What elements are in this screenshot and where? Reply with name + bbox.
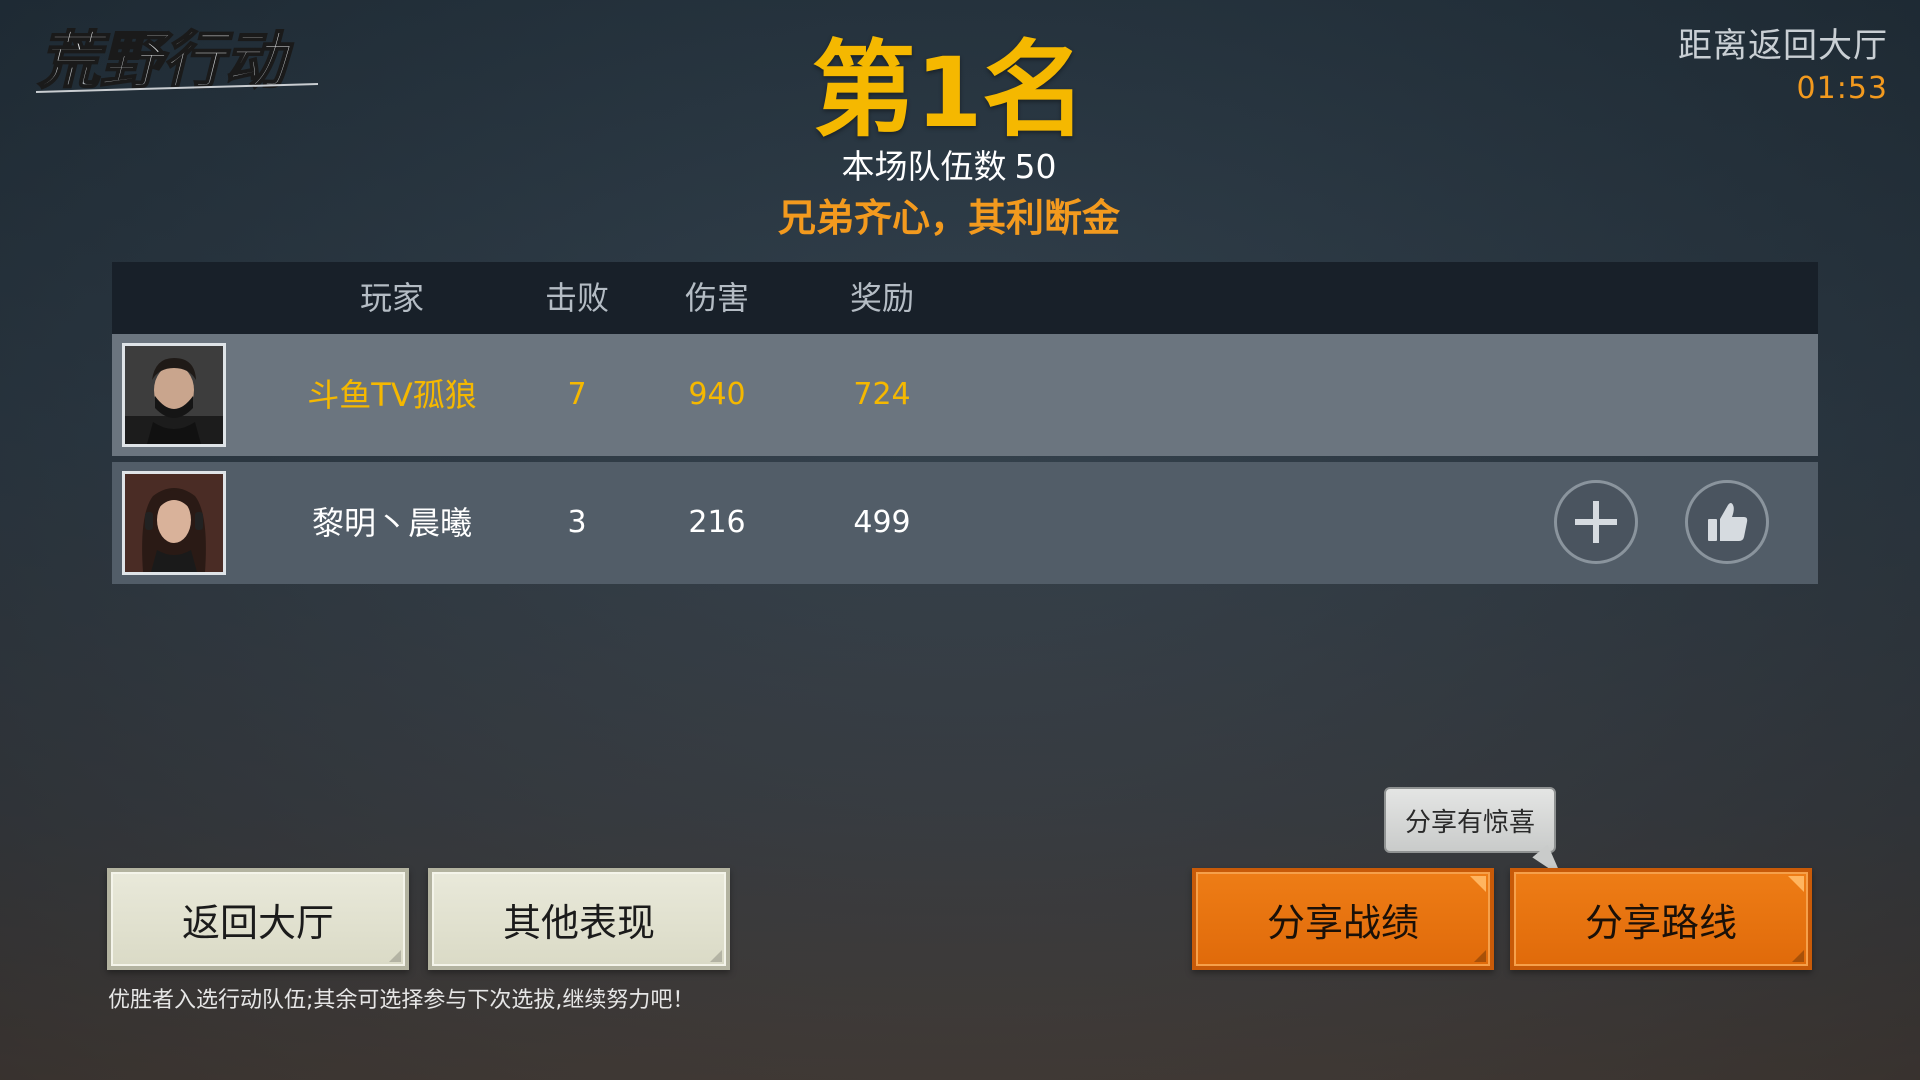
team-count-value: 50 bbox=[1014, 147, 1057, 186]
player-name: 斗鱼TV孤狼 bbox=[307, 376, 477, 414]
player-reward: 724 bbox=[853, 377, 911, 412]
table-header: 玩家 击败 伤害 奖励 bbox=[112, 262, 1818, 334]
button-corner bbox=[389, 950, 401, 962]
table-row: 斗鱼TV孤狼 7 940 724 bbox=[112, 334, 1818, 456]
avatar[interactable] bbox=[122, 343, 226, 447]
selection-hint: 优胜者入选行动队伍;其余可选择参与下次选拔,继续努力吧！ bbox=[108, 988, 695, 1013]
team-count-label: 本场队伍数 bbox=[841, 147, 1007, 186]
column-kills: 击败 bbox=[544, 279, 609, 317]
tooltip-text: 分享有惊喜 bbox=[1404, 807, 1535, 838]
thumbs-up-icon bbox=[1708, 503, 1748, 541]
button-corner bbox=[1470, 876, 1486, 892]
button-corner bbox=[1474, 950, 1486, 962]
button-corner bbox=[1788, 876, 1804, 892]
player-damage: 216 bbox=[688, 505, 746, 540]
rank-title: 第1名 bbox=[0, 30, 1898, 153]
add-friend-button[interactable] bbox=[1554, 480, 1638, 564]
share-tooltip: 分享有惊喜 bbox=[1384, 787, 1556, 853]
share-record-label: 分享战绩 bbox=[1266, 900, 1419, 945]
avatar[interactable] bbox=[122, 471, 226, 575]
player-name: 黎明丶晨曦 bbox=[311, 504, 472, 542]
column-damage: 伤害 bbox=[684, 279, 749, 317]
column-player: 玩家 bbox=[359, 279, 424, 317]
other-performance-label: 其他表现 bbox=[502, 900, 655, 945]
player-kills: 7 bbox=[567, 377, 587, 412]
results-table: 玩家 击败 伤害 奖励 斗鱼TV孤狼 7 940 724 黎明丶晨曦 3 216… bbox=[112, 262, 1818, 590]
back-to-lobby-label: 返回大厅 bbox=[181, 900, 334, 945]
back-to-lobby-button[interactable]: 返回大厅 bbox=[107, 868, 409, 970]
button-corner bbox=[1792, 950, 1804, 962]
like-button[interactable] bbox=[1685, 480, 1769, 564]
player-damage: 940 bbox=[688, 377, 746, 412]
button-corner bbox=[710, 950, 722, 962]
table-row: 黎明丶晨曦 3 216 499 bbox=[112, 462, 1818, 584]
plus-icon bbox=[1575, 501, 1617, 543]
share-route-button[interactable]: 分享路线 bbox=[1510, 868, 1812, 970]
player-reward: 499 bbox=[853, 505, 911, 540]
share-route-label: 分享路线 bbox=[1584, 900, 1737, 945]
rank-prefix: 第 bbox=[811, 29, 916, 151]
share-record-button[interactable]: 分享战绩 bbox=[1192, 868, 1494, 970]
column-reward: 奖励 bbox=[849, 279, 914, 317]
team-count: 本场队伍数 50 bbox=[0, 144, 1898, 190]
rank-suffix: 名 bbox=[982, 29, 1087, 151]
other-performance-button[interactable]: 其他表现 bbox=[428, 868, 730, 970]
motto: 兄弟齐心，其利断金 bbox=[777, 196, 1120, 240]
player-kills: 3 bbox=[567, 505, 587, 540]
rank-number: 1 bbox=[915, 37, 983, 149]
